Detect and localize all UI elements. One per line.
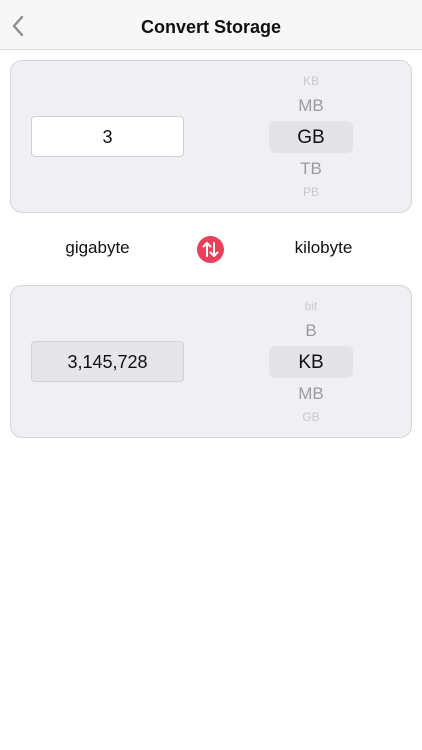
navigation-bar: Convert Storage bbox=[0, 0, 422, 50]
to-unit-name: kilobyte bbox=[294, 238, 353, 257]
swap-button[interactable] bbox=[197, 236, 224, 263]
from-value-input[interactable]: 3 bbox=[31, 116, 184, 157]
to-unit-picker[interactable]: bit B KB MB GB bbox=[269, 286, 353, 439]
to-card: 3,145,728 bit B KB MB GB bbox=[10, 285, 412, 438]
swap-arrows-icon bbox=[202, 242, 219, 257]
from-card: 3 KB MB GB TB PB bbox=[10, 60, 412, 213]
unit-names-row: gigabyte kilobyte bbox=[0, 228, 422, 270]
picker-option[interactable]: MB bbox=[269, 96, 353, 116]
picker-option[interactable]: MB bbox=[269, 384, 353, 404]
page-title: Convert Storage bbox=[140, 17, 282, 37]
picker-option[interactable]: KB bbox=[269, 74, 353, 88]
picker-option-selected[interactable]: KB bbox=[269, 352, 353, 374]
from-unit-picker[interactable]: KB MB GB TB PB bbox=[269, 61, 353, 214]
picker-option[interactable]: B bbox=[269, 321, 353, 341]
from-unit-name: gigabyte bbox=[65, 238, 130, 257]
picker-option[interactable]: PB bbox=[269, 185, 353, 199]
picker-option[interactable]: TB bbox=[269, 159, 353, 179]
picker-option[interactable]: bit bbox=[269, 299, 353, 313]
picker-option-selected[interactable]: GB bbox=[269, 127, 353, 149]
picker-option[interactable]: GB bbox=[269, 410, 353, 424]
to-value-output: 3,145,728 bbox=[31, 341, 184, 382]
